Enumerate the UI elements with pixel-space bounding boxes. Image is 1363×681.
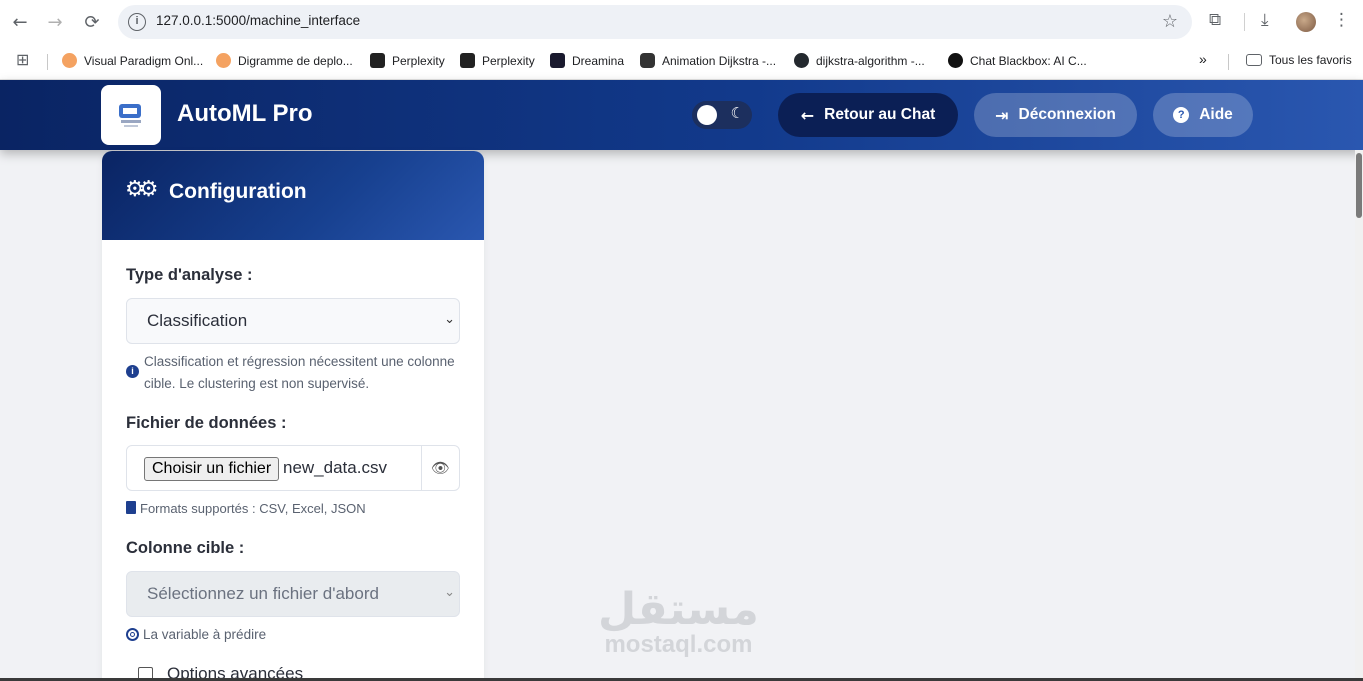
back-arrow-icon[interactable]: ← bbox=[8, 10, 32, 34]
analysis-type-select[interactable]: Classification ⌄ bbox=[126, 298, 460, 344]
chevron-down-icon: ⌄ bbox=[444, 585, 455, 600]
analysis-hint-text: Classification et régression nécessitent… bbox=[144, 354, 455, 391]
configuration-card: ⚙⚙ Configuration Type d'analyse : Classi… bbox=[102, 151, 484, 681]
bookmark-label: Perplexity bbox=[482, 53, 535, 68]
address-bar[interactable]: i 127.0.0.1:5000/machine_interface ☆ bbox=[118, 5, 1192, 39]
bookmark-star-icon[interactable]: ☆ bbox=[1162, 11, 1178, 32]
page-scrollbar[interactable] bbox=[1355, 150, 1363, 681]
info-icon: i bbox=[126, 365, 139, 378]
bookmark-item[interactable]: Animation Dijkstra -... bbox=[640, 53, 776, 68]
profile-avatar[interactable] bbox=[1296, 12, 1316, 32]
choose-file-button[interactable]: Choisir un fichier bbox=[144, 457, 280, 481]
scrollbar-thumb[interactable] bbox=[1356, 153, 1362, 218]
help-label: Aide bbox=[1199, 106, 1233, 123]
app-logo[interactable] bbox=[101, 85, 161, 145]
bookmark-label: Digramme de deplo... bbox=[238, 53, 353, 68]
target-placeholder: Sélectionnez un fichier d'abord bbox=[147, 584, 379, 603]
logout-button[interactable]: ⇥ Déconnexion bbox=[974, 93, 1137, 137]
folder-icon bbox=[1246, 54, 1262, 66]
target-column-label: Colonne cible : bbox=[126, 539, 245, 557]
arrow-left-icon: ← bbox=[800, 105, 815, 125]
formats-hint: Formats supportés : CSV, Excel, JSON bbox=[126, 498, 366, 520]
data-file-input: Choisir un fichier new_data.csv 👁 bbox=[126, 445, 460, 491]
bookmark-label: Visual Paradigm Onl... bbox=[84, 53, 204, 68]
url-text[interactable]: 127.0.0.1:5000/machine_interface bbox=[156, 13, 360, 28]
analysis-type-value: Classification bbox=[147, 311, 248, 330]
bookmark-favicon-icon bbox=[640, 53, 655, 68]
bookmark-favicon-icon bbox=[460, 53, 475, 68]
target-hint: La variable à prédire bbox=[126, 624, 266, 646]
all-bookmarks[interactable]: Tous les favoris bbox=[1246, 53, 1352, 67]
formats-hint-text: Formats supportés : CSV, Excel, JSON bbox=[140, 501, 366, 516]
logo-mark bbox=[117, 100, 145, 130]
bookmarks-divider bbox=[1228, 54, 1229, 70]
extensions-icon[interactable]: ⧉ bbox=[1209, 10, 1221, 30]
bookmark-favicon-icon bbox=[948, 53, 963, 68]
bookmarks-overflow-icon[interactable]: » bbox=[1199, 51, 1207, 67]
reload-icon[interactable]: ⟳ bbox=[80, 10, 104, 34]
target-column-select[interactable]: Sélectionnez un fichier d'abord ⌄ bbox=[126, 571, 460, 617]
site-info-icon[interactable]: i bbox=[128, 13, 146, 31]
logout-label: Déconnexion bbox=[1018, 106, 1116, 123]
apps-grid-icon[interactable]: ⊞ bbox=[16, 50, 29, 69]
gears-icon: ⚙⚙ bbox=[125, 177, 159, 202]
theme-toggle[interactable]: ☾ bbox=[692, 101, 752, 129]
app-header: AutoML Pro ☾ ← Retour au Chat ⇥ Déconnex… bbox=[0, 80, 1363, 150]
chevron-down-icon: ⌄ bbox=[444, 312, 455, 327]
bookmark-item[interactable]: Perplexity bbox=[460, 53, 535, 68]
all-bookmarks-label: Tous les favoris bbox=[1269, 53, 1352, 67]
target-hint-text: La variable à prédire bbox=[143, 627, 267, 642]
moon-icon: ☾ bbox=[730, 104, 744, 122]
analysis-hint: i Classification et régression nécessite… bbox=[126, 351, 466, 394]
eye-icon[interactable]: 👁 bbox=[421, 446, 459, 490]
sign-out-icon: ⇥ bbox=[995, 105, 1009, 125]
help-button[interactable]: ? Aide bbox=[1153, 93, 1253, 137]
browser-toolbar: ← → ⟳ i 127.0.0.1:5000/machine_interface… bbox=[0, 0, 1363, 44]
bookmark-label: dijkstra-algorithm -... bbox=[816, 53, 925, 68]
bookmark-item[interactable]: Digramme de deplo... bbox=[216, 53, 353, 68]
watermark-logo: مستقل mostaql.com bbox=[598, 585, 759, 659]
app-title: AutoML Pro bbox=[177, 100, 313, 127]
github-icon bbox=[794, 53, 809, 68]
file-name: new_data.csv bbox=[283, 458, 387, 477]
download-icon[interactable]: ⤓ bbox=[1261, 10, 1269, 30]
configuration-header: ⚙⚙ Configuration bbox=[102, 151, 484, 240]
bookmarks-bar: ⊞ Visual Paradigm Onl... Digramme de dep… bbox=[0, 44, 1363, 80]
bookmark-item[interactable]: Chat Blackbox: AI C... bbox=[948, 53, 1087, 68]
analysis-type-label: Type d'analyse : bbox=[126, 266, 253, 284]
bookmark-favicon-icon bbox=[216, 53, 231, 68]
question-circle-icon: ? bbox=[1173, 107, 1190, 123]
forward-arrow-icon[interactable]: → bbox=[43, 10, 67, 34]
toggle-knob bbox=[697, 105, 717, 125]
bookmark-favicon-icon bbox=[62, 53, 77, 68]
configuration-title: Configuration bbox=[169, 180, 307, 203]
bookmarks-divider bbox=[47, 54, 48, 70]
watermark-arabic: مستقل bbox=[598, 584, 759, 635]
watermark-latin: mostaql.com bbox=[604, 631, 753, 658]
bookmark-label: Perplexity bbox=[392, 53, 445, 68]
bookmark-item[interactable]: dijkstra-algorithm -... bbox=[794, 53, 925, 68]
back-to-chat-button[interactable]: ← Retour au Chat bbox=[778, 93, 958, 137]
data-file-label: Fichier de données : bbox=[126, 414, 287, 432]
bookmark-favicon-icon bbox=[550, 53, 565, 68]
bookmark-label: Animation Dijkstra -... bbox=[662, 53, 777, 68]
menu-kebab-icon[interactable]: ⋮ bbox=[1333, 10, 1350, 30]
file-icon bbox=[126, 501, 136, 514]
bookmark-favicon-icon bbox=[370, 53, 385, 68]
bookmark-item[interactable]: Dreamina bbox=[550, 53, 624, 68]
toolbar-divider bbox=[1244, 13, 1245, 31]
bookmark-label: Dreamina bbox=[572, 53, 625, 68]
bookmark-item[interactable]: Visual Paradigm Onl... bbox=[62, 53, 203, 68]
bookmark-item[interactable]: Perplexity bbox=[370, 53, 445, 68]
bookmark-label: Chat Blackbox: AI C... bbox=[970, 53, 1087, 68]
bullseye-icon bbox=[126, 628, 139, 641]
back-to-chat-label: Retour au Chat bbox=[824, 106, 936, 123]
